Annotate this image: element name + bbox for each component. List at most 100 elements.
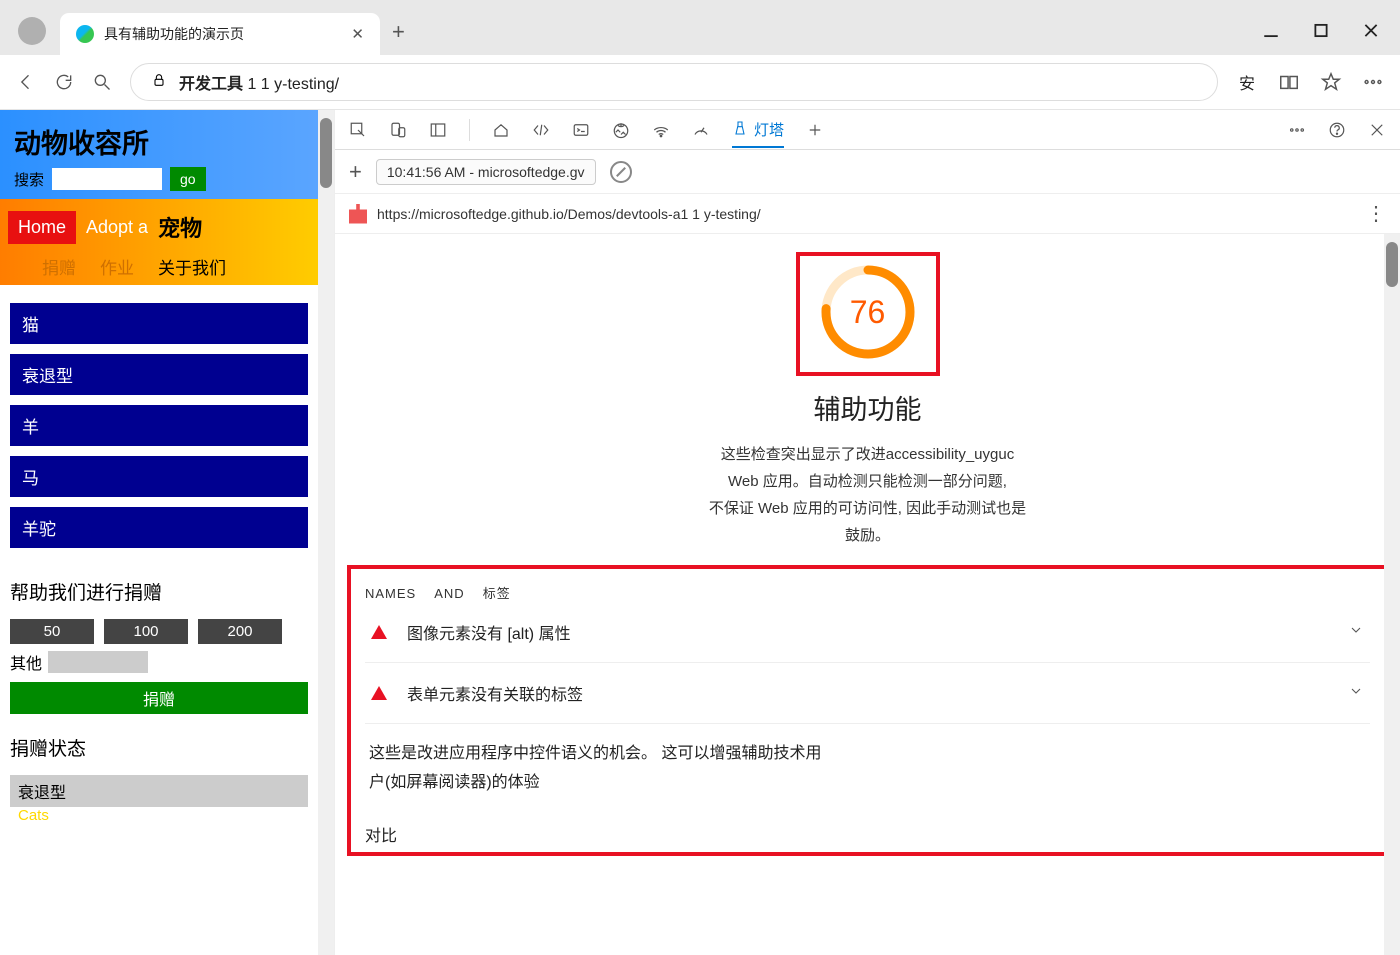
lighthouse-icon (732, 120, 748, 140)
network-icon[interactable] (652, 121, 670, 139)
help-icon[interactable] (1328, 121, 1346, 139)
minimize-button[interactable] (1262, 20, 1280, 41)
security-label[interactable]: 安 (1236, 71, 1258, 93)
report-url-row: https://microsoftedge.github.io/Demos/de… (335, 194, 1400, 234)
search-icon[interactable] (92, 72, 112, 92)
profile-avatar[interactable] (18, 17, 46, 45)
refresh-button[interactable] (54, 72, 74, 92)
chevron-down-icon (1348, 622, 1364, 643)
score-gauge: 76 (818, 262, 918, 362)
amount-100[interactable]: 100 (104, 619, 188, 644)
chevron-down-icon (1348, 683, 1364, 704)
divider (469, 119, 470, 141)
welcome-icon[interactable] (492, 121, 510, 139)
status-item: 衰退型 (10, 775, 308, 807)
close-window-button[interactable] (1362, 20, 1380, 41)
audit-row[interactable]: 表单元素没有关联的标签 (365, 663, 1370, 724)
nav-pet: 宠物 (158, 211, 202, 244)
donate-section: 帮助我们进行捐赠 50 100 200 其他 捐赠 捐赠状态 衰退型 Cats (0, 576, 318, 826)
clear-button[interactable] (610, 161, 632, 183)
close-tab-icon[interactable]: ✕ (351, 25, 364, 43)
close-devtools-icon[interactable] (1368, 121, 1386, 139)
url-text: 开发工具 1 1 y-testing/ (179, 70, 339, 94)
score-highlight: 76 (796, 252, 940, 376)
status-cats: Cats (10, 807, 308, 824)
list-item[interactable]: 羊 (10, 405, 308, 446)
list-item[interactable]: 衰退型 (10, 354, 308, 395)
nav-home[interactable]: Home (8, 211, 76, 244)
report-url: https://microsoftedge.github.io/Demos/de… (377, 206, 761, 222)
dock-icon[interactable] (429, 121, 447, 139)
nav-adopt[interactable]: Adopt a (84, 211, 150, 244)
list-item[interactable]: 羊驼 (10, 507, 308, 548)
demo-page: 动物收容所 搜索 go Home Adopt a 宠物 捐赠 作业 关于我们 (0, 110, 335, 955)
category-list: 猫 衰退型 羊 马 羊驼 (0, 285, 318, 576)
search-input[interactable] (52, 168, 162, 190)
reader-icon[interactable] (1278, 71, 1300, 93)
audits-highlight: NAMESAND标签 图像元素没有 [alt) 属性 表单元素没有关联的标签 这… (347, 565, 1388, 856)
devtools-panel: 灯塔 + 10:41:56 AM - microsoftedge.gv http… (335, 110, 1400, 955)
tab-title: 具有辅助功能的演示页 (104, 24, 341, 44)
window-titlebar: 具有辅助功能的演示页 ✕ + (0, 0, 1400, 55)
lock-icon (151, 72, 167, 93)
other-amount-input[interactable] (48, 651, 148, 673)
favorite-icon[interactable] (1320, 71, 1342, 93)
section-label: NAMESAND标签 (365, 583, 1370, 602)
score-value: 76 (818, 262, 918, 362)
nav-jobs[interactable]: 作业 (100, 254, 134, 279)
report-select[interactable]: 10:41:56 AM - microsoftedge.gv (376, 159, 596, 185)
maximize-button[interactable] (1312, 20, 1330, 41)
list-item[interactable]: 猫 (10, 303, 308, 344)
fail-icon (371, 686, 387, 700)
lighthouse-toolbar: + 10:41:56 AM - microsoftedge.gv (335, 150, 1400, 194)
demo-scrollbar[interactable] (318, 110, 334, 955)
devtools-tabs: 灯塔 (335, 110, 1400, 150)
report-menu-icon[interactable]: ⋮ (1366, 201, 1386, 226)
lighthouse-report: 76 辅助功能 这些检查突出显示了改进accessibility_uyguc W… (335, 234, 1400, 955)
more-icon[interactable] (1362, 71, 1384, 93)
demo-header: 动物收容所 搜索 go (0, 110, 318, 199)
url-bar[interactable]: 开发工具 1 1 y-testing/ (130, 63, 1218, 101)
address-bar-row: 开发工具 1 1 y-testing/ 安 (0, 55, 1400, 110)
fail-icon (371, 625, 387, 639)
list-item[interactable]: 马 (10, 456, 308, 497)
contrast-heading: 对比 (365, 822, 1370, 846)
sources-icon[interactable] (612, 121, 630, 139)
go-button[interactable]: go (170, 167, 206, 191)
search-label: 搜索 (14, 169, 44, 190)
nav-donate[interactable]: 捐赠 (42, 254, 76, 279)
elements-icon[interactable] (532, 121, 550, 139)
score-title: 辅助功能 (335, 388, 1400, 427)
new-report-button[interactable]: + (349, 159, 362, 185)
window-controls (1262, 20, 1400, 55)
browser-tab[interactable]: 具有辅助功能的演示页 ✕ (60, 13, 380, 55)
amount-200[interactable]: 200 (198, 619, 282, 644)
donate-heading: 帮助我们进行捐赠 (10, 578, 308, 605)
back-button[interactable] (16, 72, 36, 92)
devtools-more-icon[interactable] (1288, 121, 1306, 139)
edge-favicon (76, 25, 94, 43)
status-heading: 捐赠状态 (10, 734, 308, 761)
content-area: 动物收容所 搜索 go Home Adopt a 宠物 捐赠 作业 关于我们 (0, 110, 1400, 955)
new-tab-button[interactable]: + (392, 19, 405, 45)
device-icon[interactable] (389, 121, 407, 139)
lighthouse-logo-icon (349, 204, 367, 224)
nav-about[interactable]: 关于我们 (158, 254, 226, 279)
console-icon[interactable] (572, 121, 590, 139)
amount-50[interactable]: 50 (10, 619, 94, 644)
inspect-icon[interactable] (349, 121, 367, 139)
scrollbar-thumb[interactable] (1386, 242, 1398, 287)
audit-text: 表单元素没有关联的标签 (407, 681, 583, 705)
site-title: 动物收容所 (14, 122, 304, 161)
tab-lighthouse[interactable]: 灯塔 (732, 119, 784, 148)
scrollbar-thumb[interactable] (320, 118, 332, 188)
report-scrollbar[interactable] (1384, 234, 1400, 955)
demo-nav: Home Adopt a 宠物 捐赠 作业 关于我们 (0, 199, 318, 285)
donate-button[interactable]: 捐赠 (10, 682, 308, 714)
audit-row[interactable]: 图像元素没有 [alt) 属性 (365, 602, 1370, 663)
performance-icon[interactable] (692, 121, 710, 139)
other-label: 其他 (10, 650, 42, 674)
audit-note: 这些是改进应用程序中控件语义的机会。 这可以增强辅助技术用 户(如屏幕阅读器)的… (365, 724, 1370, 808)
audit-text: 图像元素没有 [alt) 属性 (407, 620, 571, 644)
add-tab-icon[interactable] (806, 121, 824, 139)
